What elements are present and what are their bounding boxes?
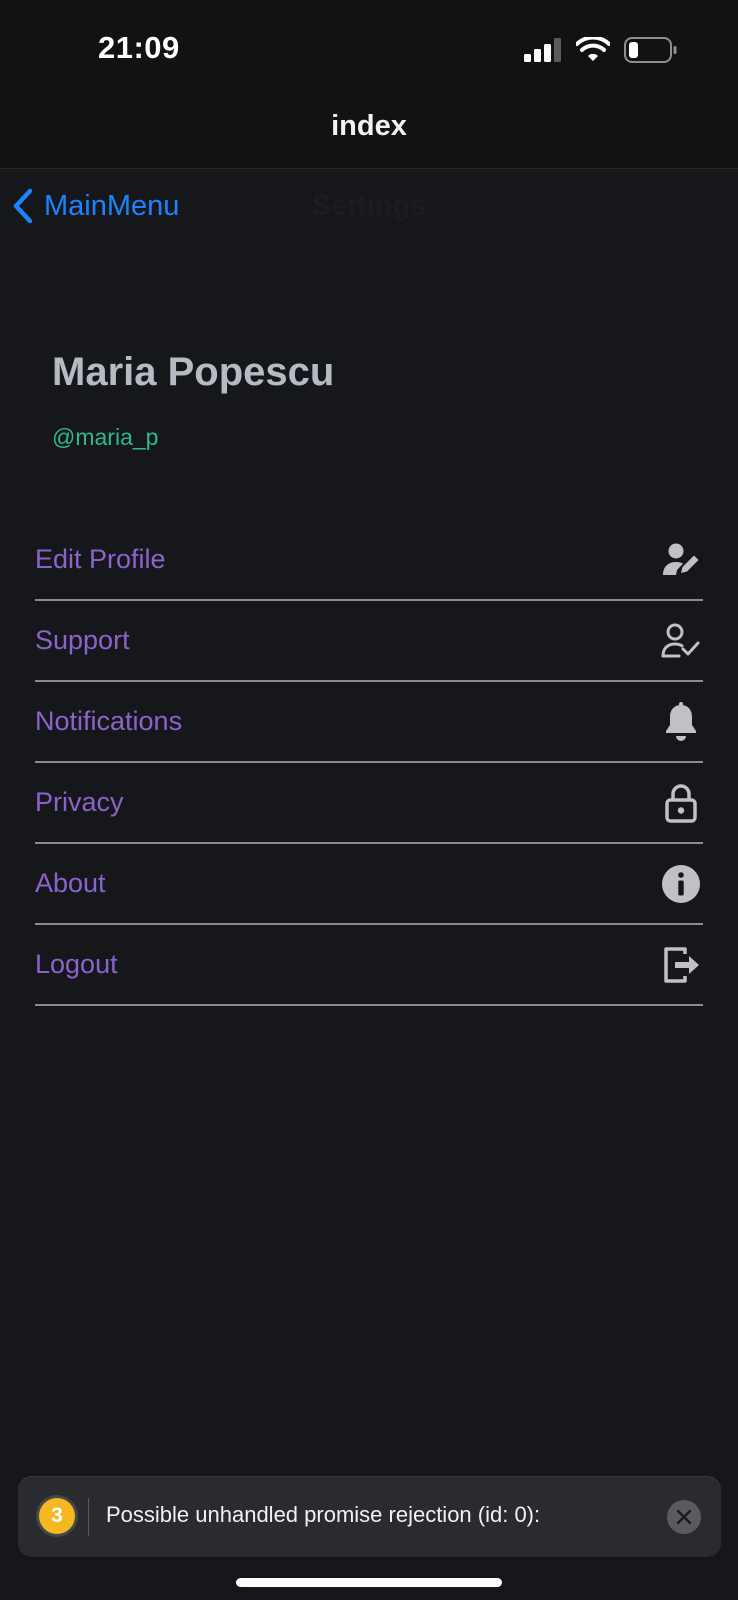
battery-icon: [624, 37, 677, 63]
toast-message: Possible unhandled promise rejection (id…: [106, 1502, 541, 1527]
wifi-icon: [576, 37, 610, 61]
toast-divider: [88, 1498, 89, 1536]
menu-item-support[interactable]: Support: [35, 601, 703, 682]
profile-handle: @maria_p: [52, 424, 159, 450]
menu-item-edit-profile[interactable]: Edit Profile: [35, 520, 703, 601]
user-edit-icon: [661, 540, 701, 580]
menu-item-label: Notifications: [35, 706, 183, 736]
home-indicator: [236, 1578, 502, 1587]
toast-dismiss-button[interactable]: [667, 1500, 701, 1534]
status-time: 21:09: [98, 30, 180, 65]
signal-icon: [524, 38, 561, 62]
menu-item-label: Edit Profile: [35, 544, 166, 574]
menu-item-label: Logout: [35, 949, 118, 979]
menu-item-label: Support: [35, 625, 130, 655]
info-icon: [661, 864, 701, 904]
menu-item-logout[interactable]: Logout: [35, 925, 703, 1006]
menu-item-privacy[interactable]: Privacy: [35, 763, 703, 844]
bell-icon: [661, 701, 701, 742]
lock-icon: [661, 783, 701, 823]
logout-icon: [661, 945, 701, 985]
header-title: index: [331, 110, 407, 142]
menu-item-notifications[interactable]: Notifications: [35, 682, 703, 763]
close-icon: [676, 1509, 692, 1525]
warning-count-badge: 3: [39, 1498, 75, 1534]
nav-title: Settings: [311, 190, 427, 222]
status-icons: [524, 34, 678, 66]
top-bar: 21:09 index: [0, 0, 738, 169]
menu-item-label: About: [35, 868, 106, 898]
menu-item-about[interactable]: About: [35, 844, 703, 925]
settings-menu: Edit Profile Support Notifications Priva…: [35, 520, 703, 1006]
user-check-icon: [661, 621, 701, 661]
warning-toast[interactable]: 3 Possible unhandled promise rejection (…: [18, 1476, 721, 1557]
menu-item-label: Privacy: [35, 787, 124, 817]
profile-name: Maria Popescu: [52, 350, 335, 394]
